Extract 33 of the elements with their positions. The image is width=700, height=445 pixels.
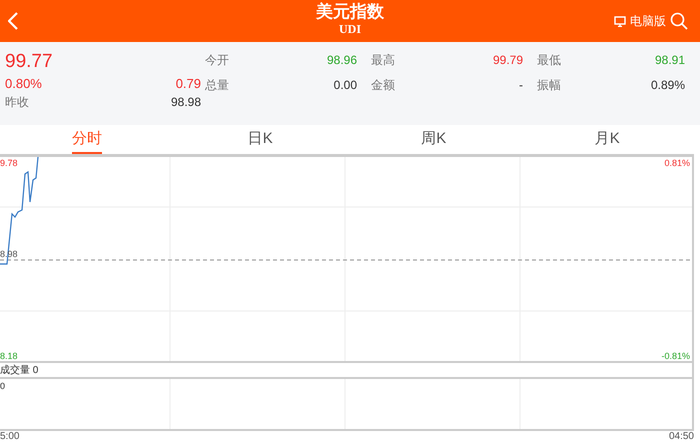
stat-label: 今开 xyxy=(205,52,229,69)
stat-value: 0.89% xyxy=(650,77,685,94)
stat-label: 最高 xyxy=(371,52,395,69)
stat-value: 98.96 xyxy=(326,52,357,69)
stat-value: 99.79 xyxy=(492,52,523,69)
stat-value: 98.98 xyxy=(170,94,201,111)
stat-value: - xyxy=(519,77,523,94)
monitor-icon[interactable] xyxy=(614,16,626,26)
current-price: 99.77 xyxy=(5,50,54,74)
search-icon[interactable] xyxy=(670,12,688,30)
axis-label: 9.78 xyxy=(0,158,18,168)
change-percent: 0.80% xyxy=(5,75,42,93)
stat-label: 昨收 xyxy=(5,94,29,111)
stat-value: 0.00 xyxy=(334,77,357,94)
stat-label: 振幅 xyxy=(537,77,561,94)
axis-label: 0 xyxy=(0,381,6,391)
stat-value: 98.91 xyxy=(654,52,685,69)
page-title: 美元指数 xyxy=(316,2,384,22)
time-label: 04:50 xyxy=(668,431,694,442)
back-icon[interactable] xyxy=(8,12,18,30)
time-label: 5:00 xyxy=(0,431,20,442)
axis-label: 8.18 xyxy=(0,351,18,361)
axis-label: 0.81% xyxy=(664,158,690,168)
chart-tab[interactable]: 周K xyxy=(347,125,520,154)
volume-label: 成交量 0 xyxy=(0,364,38,377)
chart-tab[interactable]: 月K xyxy=(520,125,694,154)
stat-label: 金额 xyxy=(371,77,395,94)
stat-label: 总量 xyxy=(205,77,229,94)
stat-label: 最低 xyxy=(537,52,561,69)
axis-label: -0.81% xyxy=(661,351,690,361)
change-value: 0.79 xyxy=(176,75,201,93)
chart-tab[interactable]: 日K xyxy=(174,125,347,154)
page-subtitle: UDI xyxy=(338,22,361,36)
